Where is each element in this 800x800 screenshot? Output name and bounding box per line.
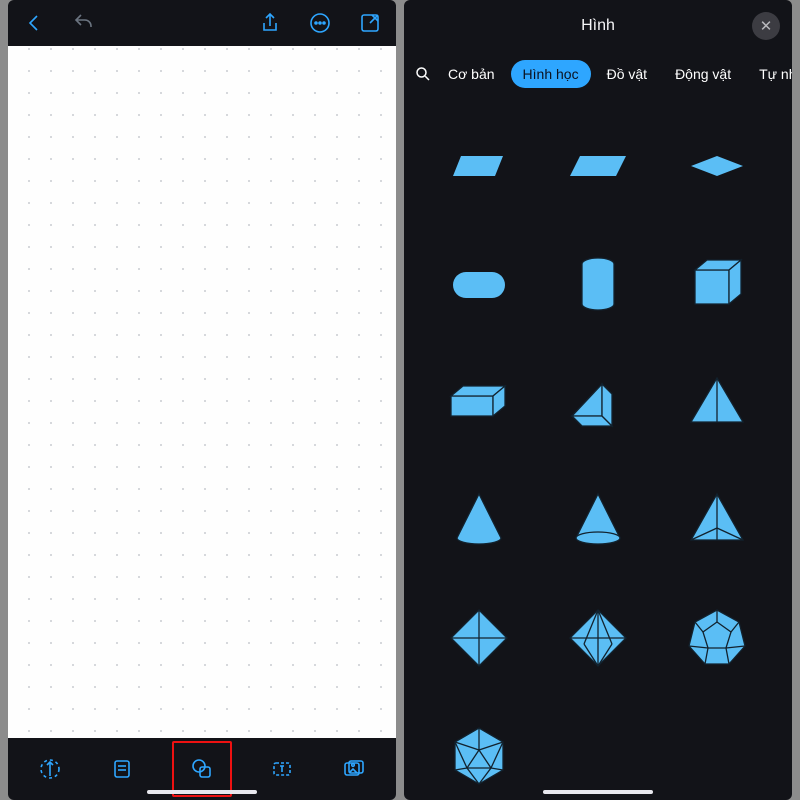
- shape-rhombus[interactable]: [677, 130, 757, 202]
- shape-rounded-rectangle[interactable]: [439, 248, 519, 320]
- shape-cone-solid[interactable]: [439, 484, 519, 556]
- search-icon: [414, 65, 432, 83]
- image-tool-icon: [342, 757, 366, 781]
- close-button[interactable]: ✕: [752, 12, 780, 40]
- shape-grid: [404, 96, 792, 800]
- back-button[interactable]: [18, 7, 50, 39]
- undo-button[interactable]: [68, 7, 100, 39]
- chevron-left-icon: [22, 11, 46, 35]
- more-icon: [308, 11, 332, 35]
- shape-cube[interactable]: [677, 248, 757, 320]
- shape-triangular-prism[interactable]: [558, 366, 638, 438]
- shape-pyramid[interactable]: [677, 366, 757, 438]
- search-button[interactable]: [414, 59, 432, 89]
- text-tool-icon: [270, 757, 294, 781]
- home-indicator: [543, 790, 653, 794]
- category-tabs: Cơ bản Hình học Đồ vật Động vật Tự nhiên: [404, 52, 792, 96]
- shape-dodecahedron[interactable]: [677, 602, 757, 674]
- compose-button[interactable]: [354, 7, 386, 39]
- shape-octahedron[interactable]: [558, 602, 638, 674]
- shapes-tool-button[interactable]: [180, 747, 224, 791]
- compose-icon: [358, 11, 382, 35]
- shapes-tool-icon: [190, 757, 214, 781]
- note-tool-icon: [110, 757, 134, 781]
- shapes-tool-highlight: [172, 741, 232, 797]
- pen-tool-button[interactable]: [28, 747, 72, 791]
- shape-cylinder[interactable]: [558, 248, 638, 320]
- drawing-canvas[interactable]: [8, 46, 396, 738]
- undo-icon: [72, 11, 96, 35]
- bottom-toolbar: [8, 738, 396, 800]
- tab-nature[interactable]: Tự nhiên: [747, 60, 792, 88]
- shape-icosahedron[interactable]: [439, 720, 519, 792]
- home-indicator: [147, 790, 257, 794]
- shape-tetrahedron[interactable]: [677, 484, 757, 556]
- more-button[interactable]: [304, 7, 336, 39]
- shape-cone-wireframe[interactable]: [558, 484, 638, 556]
- shape-parallelogram[interactable]: [558, 130, 638, 202]
- panel-title: Hình: [581, 17, 615, 35]
- shape-trapezoid[interactable]: [439, 130, 519, 202]
- top-toolbar: [8, 0, 396, 46]
- tab-objects[interactable]: Đồ vật: [595, 60, 659, 88]
- shape-rectangular-prism[interactable]: [439, 366, 519, 438]
- panel-header: Hình ✕: [404, 0, 792, 52]
- tab-geometry[interactable]: Hình học: [511, 60, 591, 88]
- image-tool-button[interactable]: [332, 747, 376, 791]
- tab-animals[interactable]: Động vật: [663, 60, 743, 88]
- text-tool-button[interactable]: [260, 747, 304, 791]
- note-tool-button[interactable]: [100, 747, 144, 791]
- shape-octahedron-top[interactable]: [439, 602, 519, 674]
- share-icon: [258, 11, 282, 35]
- shapes-panel-screen: Hình ✕ Cơ bản Hình học Đồ vật Động vật T…: [404, 0, 792, 800]
- share-button[interactable]: [254, 7, 286, 39]
- close-icon: ✕: [760, 17, 773, 35]
- tab-basic[interactable]: Cơ bản: [436, 60, 507, 88]
- drawing-app-screen: [8, 0, 396, 800]
- pen-tool-icon: [38, 757, 62, 781]
